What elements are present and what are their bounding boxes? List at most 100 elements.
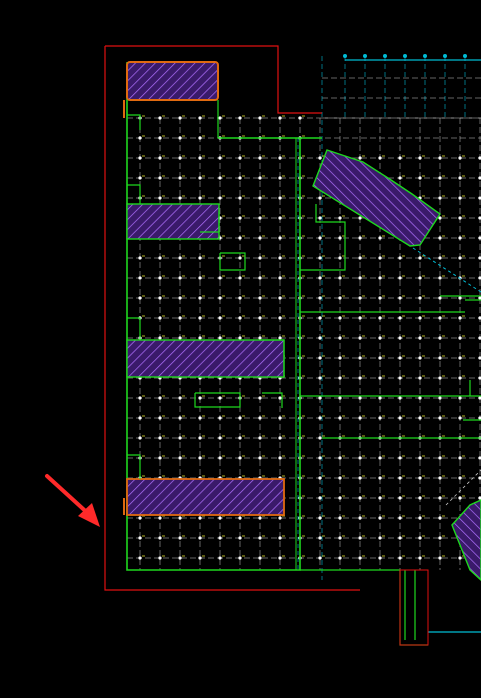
core-block-top: [126, 61, 219, 101]
column-marker: [338, 556, 342, 560]
column-marker: [318, 276, 322, 280]
column-marker: [398, 556, 402, 560]
column-marker: [318, 156, 322, 160]
column-marker: [258, 156, 262, 160]
column-marker: [138, 416, 142, 420]
core-block-3: [126, 339, 285, 378]
column-marker: [238, 176, 242, 180]
column-marker: [418, 556, 422, 560]
column-marker: [178, 436, 182, 440]
column-marker: [458, 476, 462, 480]
column-marker: [358, 556, 362, 560]
column-marker: [458, 236, 462, 240]
column-marker: [338, 276, 342, 280]
column-marker: [258, 456, 262, 460]
cad-viewport[interactable]: [0, 0, 481, 698]
column-marker: [218, 156, 222, 160]
column-marker: [438, 376, 442, 380]
column-marker: [378, 256, 382, 260]
column-marker: [318, 396, 322, 400]
column-marker: [298, 116, 302, 120]
column-marker: [278, 296, 282, 300]
column-marker: [338, 416, 342, 420]
column-marker: [418, 176, 422, 180]
column-marker: [238, 556, 242, 560]
column-marker: [198, 516, 202, 520]
column-marker: [178, 276, 182, 280]
column-marker: [318, 496, 322, 500]
column-marker: [338, 496, 342, 500]
column-marker: [398, 276, 402, 280]
diagonal-cut-line: [412, 247, 481, 293]
column-marker: [158, 116, 162, 120]
column-marker: [138, 136, 142, 140]
column-marker: [258, 276, 262, 280]
column-marker: [438, 416, 442, 420]
column-marker: [318, 436, 322, 440]
column-marker: [418, 456, 422, 460]
column-marker: [258, 196, 262, 200]
column-marker: [438, 476, 442, 480]
column-marker: [218, 456, 222, 460]
column-marker: [138, 256, 142, 260]
column-marker: [278, 336, 282, 340]
column-marker: [138, 276, 142, 280]
column-marker: [358, 156, 362, 160]
column-marker: [318, 376, 322, 380]
column-marker: [338, 216, 342, 220]
column-marker: [158, 436, 162, 440]
column-marker: [338, 296, 342, 300]
column-marker: [158, 516, 162, 520]
column-marker: [278, 176, 282, 180]
column-marker: [378, 296, 382, 300]
cad-drawing-canvas[interactable]: [0, 0, 481, 698]
column-marker: [358, 316, 362, 320]
column-marker: [278, 196, 282, 200]
column-marker: [358, 456, 362, 460]
column-marker: [238, 536, 242, 540]
column-marker: [318, 236, 322, 240]
core-block-2: [126, 203, 220, 240]
column-marker: [418, 316, 422, 320]
column-marker: [138, 296, 142, 300]
column-marker: [238, 416, 242, 420]
column-marker: [158, 556, 162, 560]
column-marker: [218, 196, 222, 200]
column-marker: [418, 356, 422, 360]
column-marker: [198, 336, 202, 340]
column-marker: [358, 296, 362, 300]
column-marker: [198, 256, 202, 260]
column-marker: [158, 336, 162, 340]
column-marker: [178, 416, 182, 420]
column-marker: [378, 516, 382, 520]
column-marker: [318, 296, 322, 300]
column-marker: [418, 276, 422, 280]
column-marker: [218, 516, 222, 520]
column-marker: [378, 496, 382, 500]
column-marker: [318, 316, 322, 320]
column-marker: [178, 336, 182, 340]
column-marker: [338, 396, 342, 400]
column-marker: [418, 156, 422, 160]
column-marker: [138, 176, 142, 180]
column-marker: [338, 356, 342, 360]
column-marker: [198, 196, 202, 200]
column-marker: [138, 556, 142, 560]
column-marker: [218, 276, 222, 280]
column-marker: [358, 496, 362, 500]
column-marker: [218, 416, 222, 420]
column-marker: [278, 116, 282, 120]
column-marker: [158, 316, 162, 320]
column-marker: [318, 556, 322, 560]
column-marker: [258, 296, 262, 300]
column-marker: [358, 336, 362, 340]
column-marker: [458, 336, 462, 340]
column-marker: [218, 176, 222, 180]
core-block-diagonal-lower: [451, 499, 481, 581]
column-marker: [438, 516, 442, 520]
column-marker: [278, 416, 282, 420]
column-marker: [158, 136, 162, 140]
column-marker: [258, 556, 262, 560]
column-marker: [258, 396, 262, 400]
column-marker: [398, 176, 402, 180]
